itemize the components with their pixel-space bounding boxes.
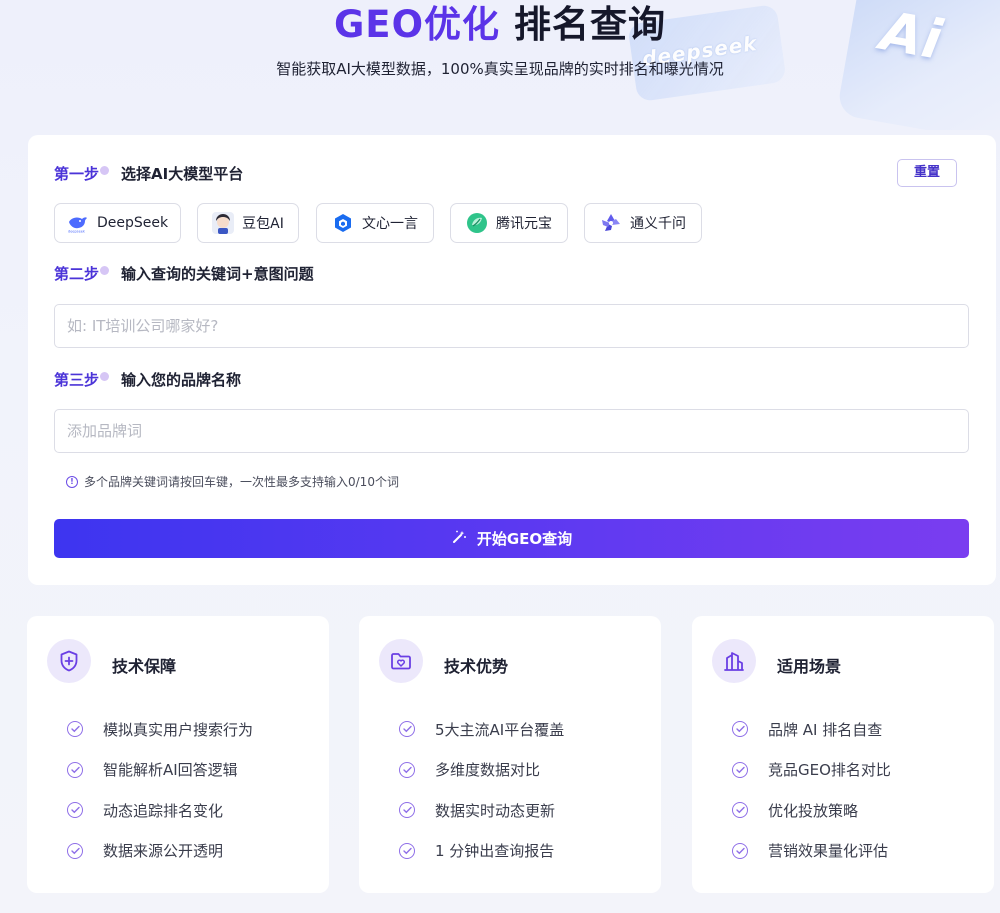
list-item: 数据来源公开透明 — [67, 831, 253, 872]
platform-tongyi[interactable]: 通义千问 — [584, 203, 702, 243]
list-item: 品牌 AI 排名自查 — [732, 709, 891, 750]
platform-doubao[interactable]: 豆包AI — [197, 203, 299, 243]
wenxin-cube-icon — [332, 212, 354, 234]
feature-title: 技术保障 — [112, 657, 177, 676]
folder-heart-icon — [379, 639, 423, 683]
feature-title: 适用场景 — [777, 657, 842, 676]
list-item: 动态追踪排名变化 — [67, 790, 253, 831]
page-title: GEO优化 排名查询 — [333, 3, 667, 46]
check-circle-icon — [67, 802, 83, 819]
list-item: 多维度数据对比 — [399, 750, 564, 791]
tongyi-star-icon — [600, 212, 622, 234]
list-item: 智能解析AI回答逻辑 — [67, 750, 253, 791]
start-query-button[interactable]: 开始GEO查询 — [54, 519, 969, 558]
keyword-input[interactable]: 如: IT培训公司哪家好? — [54, 304, 969, 348]
check-circle-icon — [67, 761, 83, 778]
hero-banner: deepseek Ai GEO优化 排名查询 智能获取AI大模型数据，100%真实… — [0, 0, 1000, 130]
list-item: 竞品GEO排名对比 — [732, 750, 891, 791]
feature-list: 5大主流AI平台覆盖 多维度数据对比 数据实时动态更新 1 分钟出查询报告 — [399, 709, 564, 871]
list-item: 营销效果量化评估 — [732, 831, 891, 872]
brand-hint: ! 多个品牌关键词请按回车键，一次性最多支持输入0/10个词 — [66, 473, 399, 490]
check-circle-icon — [399, 802, 415, 819]
feature-card-guarantee: 技术保障 模拟真实用户搜索行为 智能解析AI回答逻辑 动态追踪排名变化 数据来源… — [27, 616, 329, 893]
list-item: 模拟真实用户搜索行为 — [67, 709, 253, 750]
feature-list: 模拟真实用户搜索行为 智能解析AI回答逻辑 动态追踪排名变化 数据来源公开透明 — [67, 709, 253, 871]
check-circle-icon — [399, 842, 415, 859]
feature-card-advantage: 技术优势 5大主流AI平台覆盖 多维度数据对比 数据实时动态更新 1 分钟出查询… — [359, 616, 661, 893]
list-item: 优化投放策略 — [732, 790, 891, 831]
check-circle-icon — [399, 721, 415, 738]
step3-heading: 第三步 输入您的品牌名称 — [54, 371, 242, 389]
yuanbao-leaf-icon — [466, 212, 488, 234]
step1-heading: 第一步 选择AI大模型平台 — [54, 165, 244, 183]
check-circle-icon — [732, 721, 748, 738]
check-circle-icon — [67, 721, 83, 738]
doubao-avatar-icon — [212, 212, 235, 234]
list-item: 数据实时动态更新 — [399, 790, 564, 831]
brand-input[interactable]: 添加品牌词 — [54, 409, 969, 453]
shield-plus-icon — [47, 639, 91, 683]
list-item: 1 分钟出查询报告 — [399, 831, 564, 872]
svg-text:deepseek: deepseek — [68, 230, 86, 234]
list-item: 5大主流AI平台覆盖 — [399, 709, 564, 750]
magic-wand-icon — [451, 529, 467, 549]
platform-wenxin[interactable]: 文心一言 — [316, 203, 434, 243]
check-circle-icon — [399, 761, 415, 778]
check-circle-icon — [732, 802, 748, 819]
check-circle-icon — [732, 761, 748, 778]
info-icon: ! — [66, 475, 78, 488]
step2-heading: 第二步 输入查询的关键词+意图问题 — [54, 265, 314, 283]
feature-list: 品牌 AI 排名自查 竞品GEO排名对比 优化投放策略 营销效果量化评估 — [732, 709, 891, 871]
feature-title: 技术优势 — [444, 657, 509, 676]
check-circle-icon — [732, 842, 748, 859]
feature-card-scenarios: 适用场景 品牌 AI 排名自查 竞品GEO排名对比 优化投放策略 营销效果量化评… — [692, 616, 994, 893]
platform-deepseek[interactable]: deepseek DeepSeek — [54, 203, 181, 243]
buildings-icon — [712, 639, 756, 683]
page-subtitle: 智能获取AI大模型数据，100%真实呈现品牌的实时排名和曝光情况 — [276, 60, 724, 78]
deepseek-whale-icon: deepseek — [67, 212, 89, 234]
platform-yuanbao[interactable]: 腾讯元宝 — [450, 203, 568, 243]
check-circle-icon — [67, 842, 83, 859]
reset-button[interactable]: 重置 — [897, 159, 957, 187]
query-form-card: 第一步 选择AI大模型平台 重置 deepseek DeepSeek 豆包AI 文… — [28, 135, 996, 585]
